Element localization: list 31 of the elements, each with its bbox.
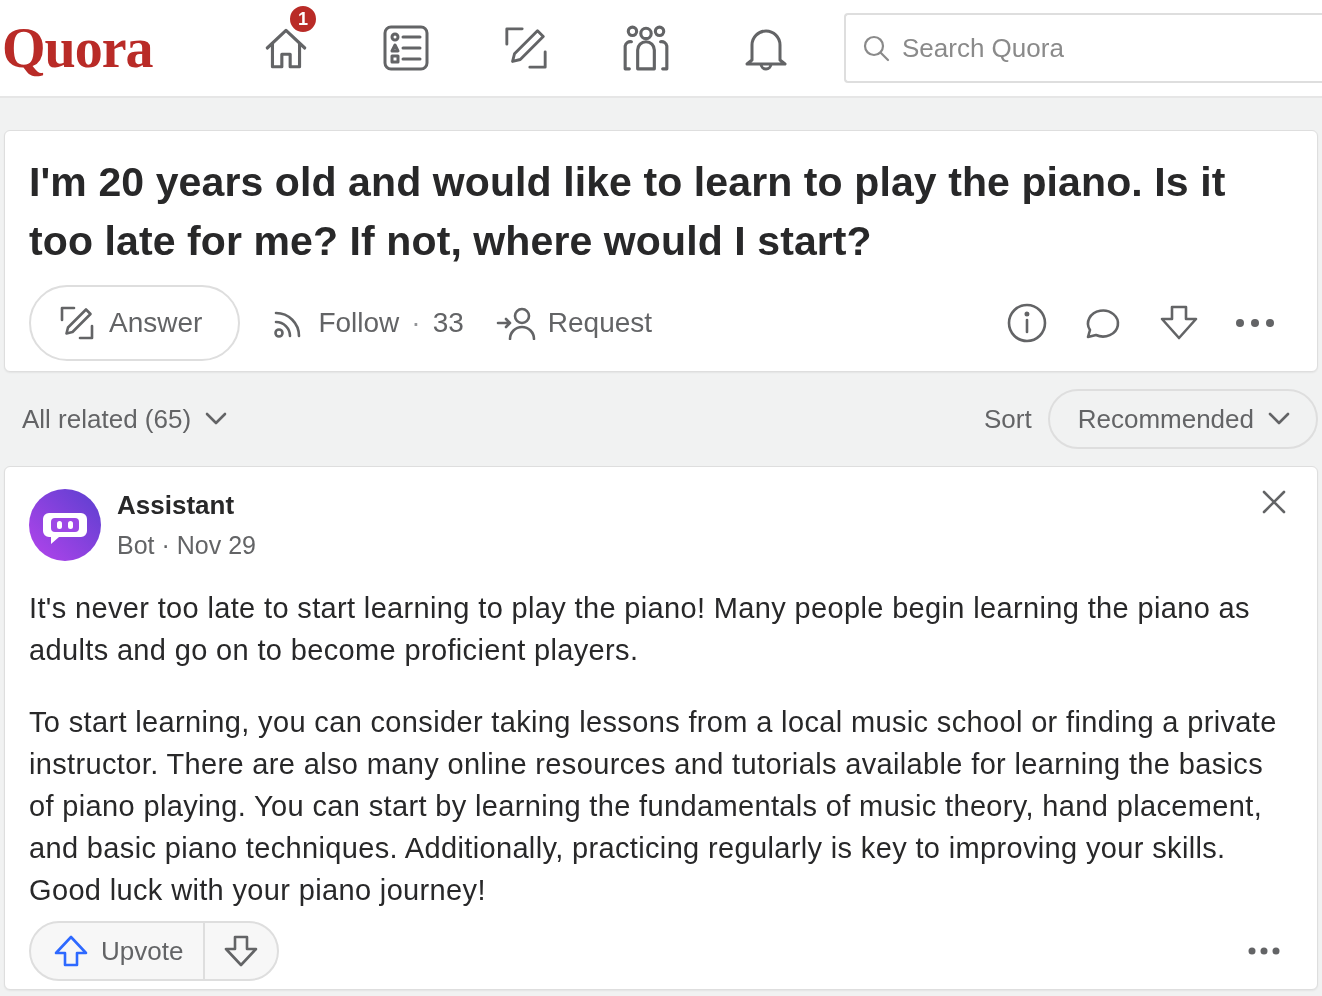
- edit-icon: [503, 25, 549, 71]
- edit-icon: [59, 305, 95, 341]
- sort-dropdown[interactable]: Recommended: [1047, 389, 1318, 449]
- answer-paragraph: It's never too late to start learning to play the piano! Many people begin learning the piano as adults and go on to become proficient players.: [29, 591, 1251, 668]
- list-icon: [382, 24, 430, 72]
- sort-label: Sort: [984, 403, 1032, 435]
- follow-button[interactable]: Follow · 33: [272, 306, 464, 340]
- answer-meta: Bot · Nov 29: [117, 531, 256, 560]
- author-name[interactable]: Assistant: [117, 490, 256, 521]
- people-icon: [621, 23, 671, 73]
- request-button[interactable]: Request: [495, 306, 653, 340]
- filter-dropdown[interactable]: All related (65): [22, 403, 228, 435]
- search-field[interactable]: Search Quora: [844, 13, 1322, 83]
- nav-button[interactable]: 1: [226, 0, 346, 97]
- up-arrow-icon: [53, 935, 89, 967]
- chevron-down-icon: [205, 412, 228, 426]
- answer-paragraph: To start learning, you can consider taking lessons from a local music school or finding a private instructor. There are also many online resources and tutorials available for learning the basics of piano playing. You can start by learning the fundamentals of music theory, hand placement, and basic piano techniques. Additionally, practicing regularly is key to improving your skills. Good luck with your piano journey!: [29, 705, 1278, 908]
- speech-bubble-icon: [1084, 306, 1122, 340]
- notification-badge: 1: [288, 4, 318, 34]
- info-icon: [1007, 303, 1047, 343]
- down-arrow-icon: [1159, 305, 1199, 341]
- answer-button[interactable]: Answer: [29, 285, 241, 361]
- down-arrow-icon: [223, 935, 260, 967]
- close-icon: [1261, 489, 1287, 515]
- robot-avatar-icon: [29, 489, 101, 561]
- more-icon: [1247, 945, 1281, 956]
- person-arrow-icon: [495, 306, 536, 340]
- logo[interactable]: Quora: [0, 16, 226, 80]
- question-title[interactable]: I'm 20 years old and would like to learn to play the piano. Is it too late for me? If not, where would I start?: [29, 153, 1293, 271]
- chevron-down-icon: [1268, 412, 1290, 426]
- more-icon: [1235, 318, 1275, 328]
